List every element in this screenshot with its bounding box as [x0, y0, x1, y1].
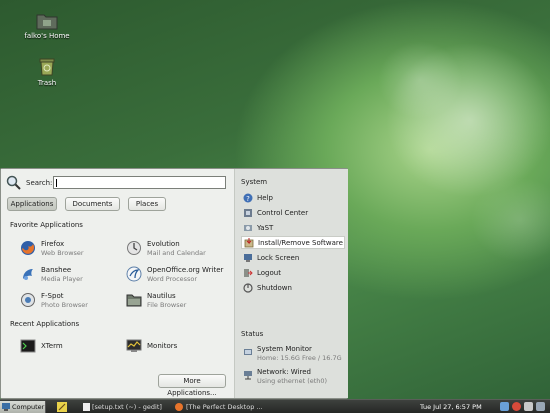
menu-right-pane: System ? Help Control Center YaST Instal… — [234, 169, 348, 398]
status-name: System Monitor — [257, 345, 312, 353]
app-desc: Web Browser — [41, 249, 84, 257]
system-item-logout[interactable]: Logout — [243, 267, 345, 280]
text-editor-icon — [83, 403, 90, 411]
lock-icon — [244, 254, 252, 262]
trash-desktop-icon[interactable]: Trash — [17, 57, 77, 87]
status-network[interactable]: Network: Wired Using ethernet (eth0) — [243, 368, 345, 388]
text-caret — [56, 179, 57, 187]
yast-icon — [244, 225, 252, 231]
task-label: [setup.txt (~) - gedit] — [92, 403, 162, 411]
system-item-yast[interactable]: YaST — [243, 222, 345, 235]
trash-can-icon — [39, 58, 55, 76]
firefox-icon — [21, 241, 35, 255]
volume-tray-icon[interactable] — [524, 402, 533, 411]
app-firefox[interactable]: Firefox Web Browser — [20, 239, 130, 259]
system-item-label: Lock Screen — [257, 254, 300, 262]
app-desc: Word Processor — [147, 275, 198, 283]
app-name: Evolution — [147, 240, 180, 248]
system-item-lock-screen[interactable]: Lock Screen — [243, 252, 345, 265]
task-browser[interactable]: [The Perfect Desktop ... — [172, 401, 264, 413]
network-icon — [244, 371, 252, 380]
tab-places[interactable]: Places — [128, 197, 166, 211]
search-row: Search: — [6, 174, 230, 192]
system-monitor-icon — [244, 349, 252, 355]
tab-documents[interactable]: Documents — [65, 197, 120, 211]
computer-icon — [2, 403, 10, 411]
app-name: OpenOffice.org Writer — [147, 266, 224, 274]
app-openoffice-writer[interactable]: OpenOffice.org Writer Word Processor — [126, 265, 231, 285]
status-title: Status — [241, 330, 264, 338]
system-title: System — [241, 178, 268, 186]
trash-label: Trash — [37, 79, 57, 87]
app-monitors[interactable]: Monitors — [126, 337, 236, 357]
folder-icon — [36, 14, 58, 30]
gedit-launcher-icon[interactable] — [57, 402, 67, 412]
app-fspot[interactable]: F-Spot Photo Browser — [20, 291, 130, 311]
system-item-label: Install/Remove Software — [258, 239, 343, 247]
app-name: Nautilus — [147, 292, 176, 300]
firefox-icon — [175, 403, 183, 411]
home-folder-desktop-icon[interactable]: falko's Home — [17, 12, 77, 40]
more-applications-button[interactable]: More Applications... — [158, 374, 226, 397]
system-item-label: YaST — [257, 224, 274, 232]
tab-applications[interactable]: Applications — [7, 197, 57, 211]
nautilus-icon — [126, 294, 142, 307]
shutdown-icon — [243, 283, 253, 293]
update-tray-icon[interactable] — [512, 402, 521, 411]
task-gedit[interactable]: [setup.txt (~) - gedit] — [80, 401, 166, 413]
app-desc: Media Player — [41, 275, 83, 283]
status-system-monitor[interactable]: System Monitor Home: 15.6G Free / 16.7G — [243, 345, 345, 365]
app-banshee[interactable]: Banshee Media Player — [20, 265, 130, 285]
app-name: XTerm — [41, 342, 63, 350]
install-software-icon — [244, 238, 254, 248]
system-item-label: Logout — [257, 269, 281, 277]
monitors-icon — [126, 339, 142, 352]
evolution-icon — [127, 241, 141, 255]
control-center-icon — [244, 209, 252, 217]
logout-icon — [244, 269, 253, 277]
favorites-title: Favorite Applications — [10, 221, 83, 229]
search-icon — [6, 175, 21, 190]
app-name: Monitors — [147, 342, 178, 350]
search-input[interactable] — [53, 176, 226, 189]
main-menu: Search: Applications Documents Places Fa… — [0, 168, 348, 399]
help-icon: ? — [243, 193, 253, 203]
computer-menu-button[interactable]: Computer — [0, 401, 46, 413]
recent-title: Recent Applications — [10, 320, 80, 328]
app-desc: File Browser — [147, 301, 187, 309]
system-item-install-remove-software[interactable]: Install/Remove Software — [241, 236, 345, 249]
app-name: Banshee — [41, 266, 72, 274]
status-desc: Using ethernet (eth0) — [257, 377, 328, 385]
app-nautilus[interactable]: Nautilus File Browser — [126, 291, 236, 311]
app-name: Firefox — [41, 240, 65, 248]
task-label: [The Perfect Desktop ... — [186, 403, 263, 411]
clock[interactable]: Tue Jul 27, 6:57 PM — [420, 401, 482, 413]
system-item-label: Help — [257, 194, 273, 202]
banshee-icon — [23, 269, 33, 280]
fspot-icon — [21, 293, 35, 307]
system-item-label: Shutdown — [257, 284, 292, 292]
svg-text:?: ? — [246, 195, 250, 203]
app-xterm[interactable]: XTerm — [20, 337, 130, 357]
show-desktop-icon[interactable] — [536, 402, 545, 411]
computer-label: Computer — [12, 403, 45, 411]
app-desc: Photo Browser — [41, 301, 88, 309]
xterm-icon — [20, 339, 36, 353]
network-tray-icon[interactable] — [500, 402, 509, 411]
writer-icon — [126, 266, 142, 282]
system-item-control-center[interactable]: Control Center — [243, 207, 345, 220]
taskbar: Computer [setup.txt (~) - gedit] [The Pe… — [0, 399, 550, 413]
search-label: Search: — [26, 179, 53, 187]
system-item-label: Control Center — [257, 209, 309, 217]
app-desc: Mail and Calendar — [147, 249, 206, 257]
system-item-help[interactable]: ? Help — [243, 192, 345, 205]
menu-left-pane: Search: Applications Documents Places Fa… — [1, 169, 234, 398]
system-item-shutdown[interactable]: Shutdown — [243, 282, 345, 295]
status-desc: Home: 15.6G Free / 16.7G — [257, 354, 342, 362]
home-folder-label: falko's Home — [24, 32, 70, 40]
status-name: Network: Wired — [257, 368, 311, 376]
app-name: F-Spot — [41, 292, 64, 300]
app-evolution[interactable]: Evolution Mail and Calendar — [126, 239, 236, 259]
